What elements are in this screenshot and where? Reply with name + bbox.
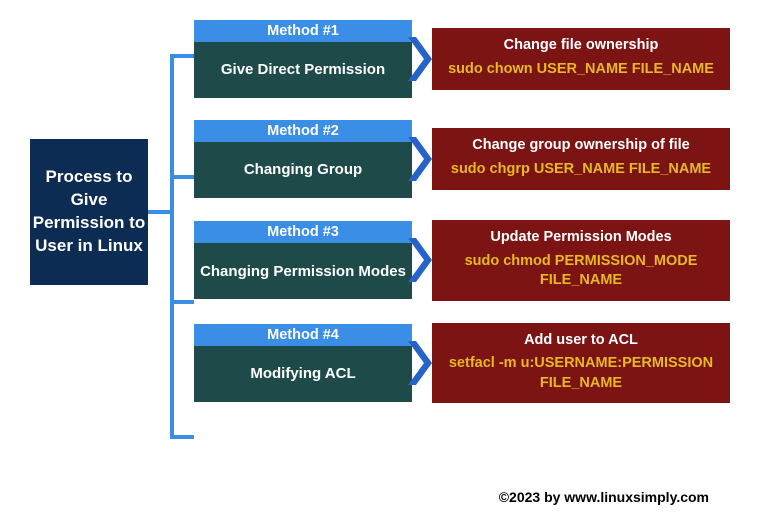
root-label: Process to Give Permission to User in Li… [30, 166, 148, 258]
connector-b3 [170, 300, 194, 304]
branch-1: Method #1 Give Direct Permission Change … [194, 20, 730, 98]
chevron-right-icon [406, 35, 434, 83]
connector-b4 [170, 435, 194, 439]
copyright-footer: ©2023 by www.linuxsimply.com [499, 489, 709, 505]
chevron-right-icon [406, 135, 434, 183]
result-box-1: Change file ownership sudo chown USER_NA… [432, 28, 730, 89]
method-header-3: Method #3 [194, 221, 412, 243]
branches-column: Method #1 Give Direct Permission Change … [194, 20, 730, 403]
method-body-2: Changing Group [194, 142, 412, 198]
chevron-right-icon [406, 339, 434, 387]
result-box-3: Update Permission Modes sudo chmod PERMI… [432, 220, 730, 301]
method-body-3: Changing Permission Modes [194, 243, 412, 299]
result-title-1: Change file ownership [440, 36, 722, 56]
connector-vline [170, 54, 174, 438]
method-box-1: Method #1 Give Direct Permission [194, 20, 412, 98]
method-header-2: Method #2 [194, 120, 412, 142]
branch-4: Method #4 Modifying ACL Add user to ACL … [194, 323, 730, 404]
branch-2: Method #2 Changing Group Change group ow… [194, 120, 730, 198]
method-box-2: Method #2 Changing Group [194, 120, 412, 198]
result-cmd-1: sudo chown USER_NAME FILE_NAME [440, 60, 722, 80]
result-title-3: Update Permission Modes [440, 228, 722, 248]
method-header-1: Method #1 [194, 20, 412, 42]
root-box: Process to Give Permission to User in Li… [30, 139, 148, 285]
result-cmd-4: setfacl -m u:USERNAME:PERMISSION FILE_NA… [440, 354, 722, 393]
result-box-4: Add user to ACL setfacl -m u:USERNAME:PE… [432, 323, 730, 404]
chevron-right-icon [406, 236, 434, 284]
result-title-2: Change group ownership of file [440, 136, 722, 156]
result-box-2: Change group ownership of file sudo chgr… [432, 128, 730, 189]
method-body-4: Modifying ACL [194, 346, 412, 402]
method-box-3: Method #3 Changing Permission Modes [194, 221, 412, 299]
result-cmd-2: sudo chgrp USER_NAME FILE_NAME [440, 160, 722, 180]
result-title-4: Add user to ACL [440, 331, 722, 351]
diagram-container: Process to Give Permission to User in Li… [30, 20, 737, 403]
method-header-4: Method #4 [194, 324, 412, 346]
connector-b1 [170, 54, 194, 58]
method-body-1: Give Direct Permission [194, 42, 412, 98]
branch-3: Method #3 Changing Permission Modes Upda… [194, 220, 730, 301]
connector-b2 [170, 175, 194, 179]
result-cmd-3: sudo chmod PERMISSION_MODE FILE_NAME [440, 252, 722, 291]
method-box-4: Method #4 Modifying ACL [194, 324, 412, 402]
connector-root-h [148, 210, 170, 214]
